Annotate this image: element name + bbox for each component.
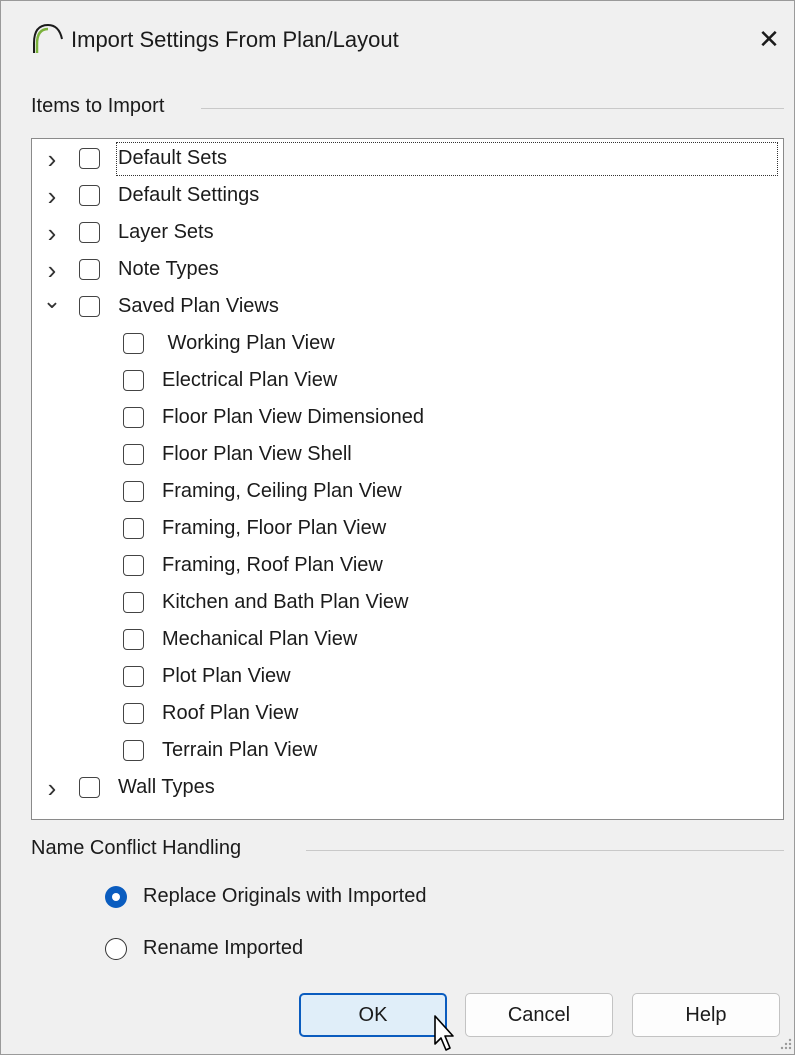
tree-subitem[interactable]: Terrain Plan View [32,733,783,769]
tree-item[interactable]: › Note Types [32,252,783,288]
tree-subitem[interactable]: Framing, Roof Plan View [32,548,783,584]
checkbox[interactable] [79,259,100,280]
items-tree[interactable]: › Default Sets › Default Settings › Layer Set… [31,138,784,820]
checkbox[interactable] [123,703,144,724]
checkbox[interactable] [123,740,144,761]
chevron-right-icon[interactable]: › [42,178,62,214]
radio-button[interactable] [105,938,127,960]
checkbox[interactable] [123,629,144,650]
tree-subitem[interactable]: Plot Plan View [32,659,783,695]
items-group-divider [201,108,784,109]
title-bar: Import Settings From Plan/Layout ✕ [1,1,794,81]
close-icon: ✕ [758,23,780,54]
ok-button[interactable]: OK [299,993,447,1037]
chevron-right-icon[interactable]: › [42,141,62,177]
radio-label: Rename Imported [143,937,304,959]
tree-item-label: Framing, Ceiling Plan View [162,480,402,502]
resize-grip-icon[interactable] [777,1037,793,1053]
radio-button[interactable] [105,886,127,908]
chevron-right-icon[interactable]: › [42,215,62,251]
items-group-label: Items to Import [31,95,173,118]
tree-item[interactable]: › Wall Types [32,770,783,806]
tree-item[interactable]: ⌄ Saved Plan Views [32,288,783,325]
focus-rectangle [116,142,778,176]
tree-item-label: Default Settings [118,184,260,206]
radio-rename-imported[interactable]: Rename Imported [105,932,525,966]
checkbox[interactable] [123,444,144,465]
checkbox[interactable] [123,666,144,687]
tree-item-label: Saved Plan Views [118,295,279,317]
tree-item-label: Note Types [118,258,219,280]
tree-item-label: Floor Plan View Shell [162,443,352,465]
chevron-down-icon[interactable]: ⌄ [42,283,62,319]
checkbox[interactable] [123,333,144,354]
import-settings-dialog: Import Settings From Plan/Layout ✕ Items… [0,0,795,1055]
checkbox[interactable] [79,185,100,206]
tree-item-label: Wall Types [118,776,215,798]
help-button[interactable]: Help [632,993,780,1037]
tree-item-label: Plot Plan View [162,665,291,687]
tree-item-label: Kitchen and Bath Plan View [162,591,409,613]
tree-subitem[interactable]: Floor Plan View Dimensioned [32,400,783,436]
tree-subitem[interactable]: Kitchen and Bath Plan View [32,585,783,621]
tree-subitem[interactable]: Working Plan View [32,326,783,362]
checkbox[interactable] [79,777,100,798]
checkbox[interactable] [123,518,144,539]
tree-item-label: Working Plan View [162,332,335,354]
tree-item-label: Layer Sets [118,221,214,243]
tree-subitem[interactable]: Framing, Floor Plan View [32,511,783,547]
tree-item[interactable]: › Default Sets [32,141,783,177]
conflict-group-label: Name Conflict Handling [31,837,250,860]
conflict-group-divider [306,850,784,851]
cancel-button[interactable]: Cancel [465,993,613,1037]
chief-architect-arc-icon [33,23,63,53]
tree-item-label: Roof Plan View [162,702,299,724]
tree-item-label: Framing, Floor Plan View [162,517,387,539]
tree-item-label: Floor Plan View Dimensioned [162,406,424,428]
chevron-right-icon[interactable]: › [42,770,62,806]
checkbox[interactable] [79,148,100,169]
tree-subitem[interactable]: Roof Plan View [32,696,783,732]
tree-item-label: Terrain Plan View [162,739,318,761]
mouse-cursor-icon [434,1015,454,1051]
tree-item-label: Mechanical Plan View [162,628,358,650]
close-button[interactable]: ✕ [749,19,789,59]
tree-item[interactable]: › Layer Sets [32,215,783,251]
tree-subitem[interactable]: Mechanical Plan View [32,622,783,658]
checkbox[interactable] [79,296,100,317]
tree-item[interactable]: › Default Settings [32,178,783,214]
checkbox[interactable] [123,555,144,576]
tree-item-label: Electrical Plan View [162,369,338,391]
radio-replace-originals[interactable]: Replace Originals with Imported [105,880,525,914]
checkbox[interactable] [79,222,100,243]
checkbox[interactable] [123,407,144,428]
checkbox[interactable] [123,370,144,391]
window-title: Import Settings From Plan/Layout [71,27,399,52]
radio-label: Replace Originals with Imported [143,885,427,907]
tree-subitem[interactable]: Floor Plan View Shell [32,437,783,473]
tree-item-label: Framing, Roof Plan View [162,554,383,576]
tree-subitem[interactable]: Electrical Plan View [32,363,783,399]
checkbox[interactable] [123,481,144,502]
tree-subitem[interactable]: Framing, Ceiling Plan View [32,474,783,510]
checkbox[interactable] [123,592,144,613]
